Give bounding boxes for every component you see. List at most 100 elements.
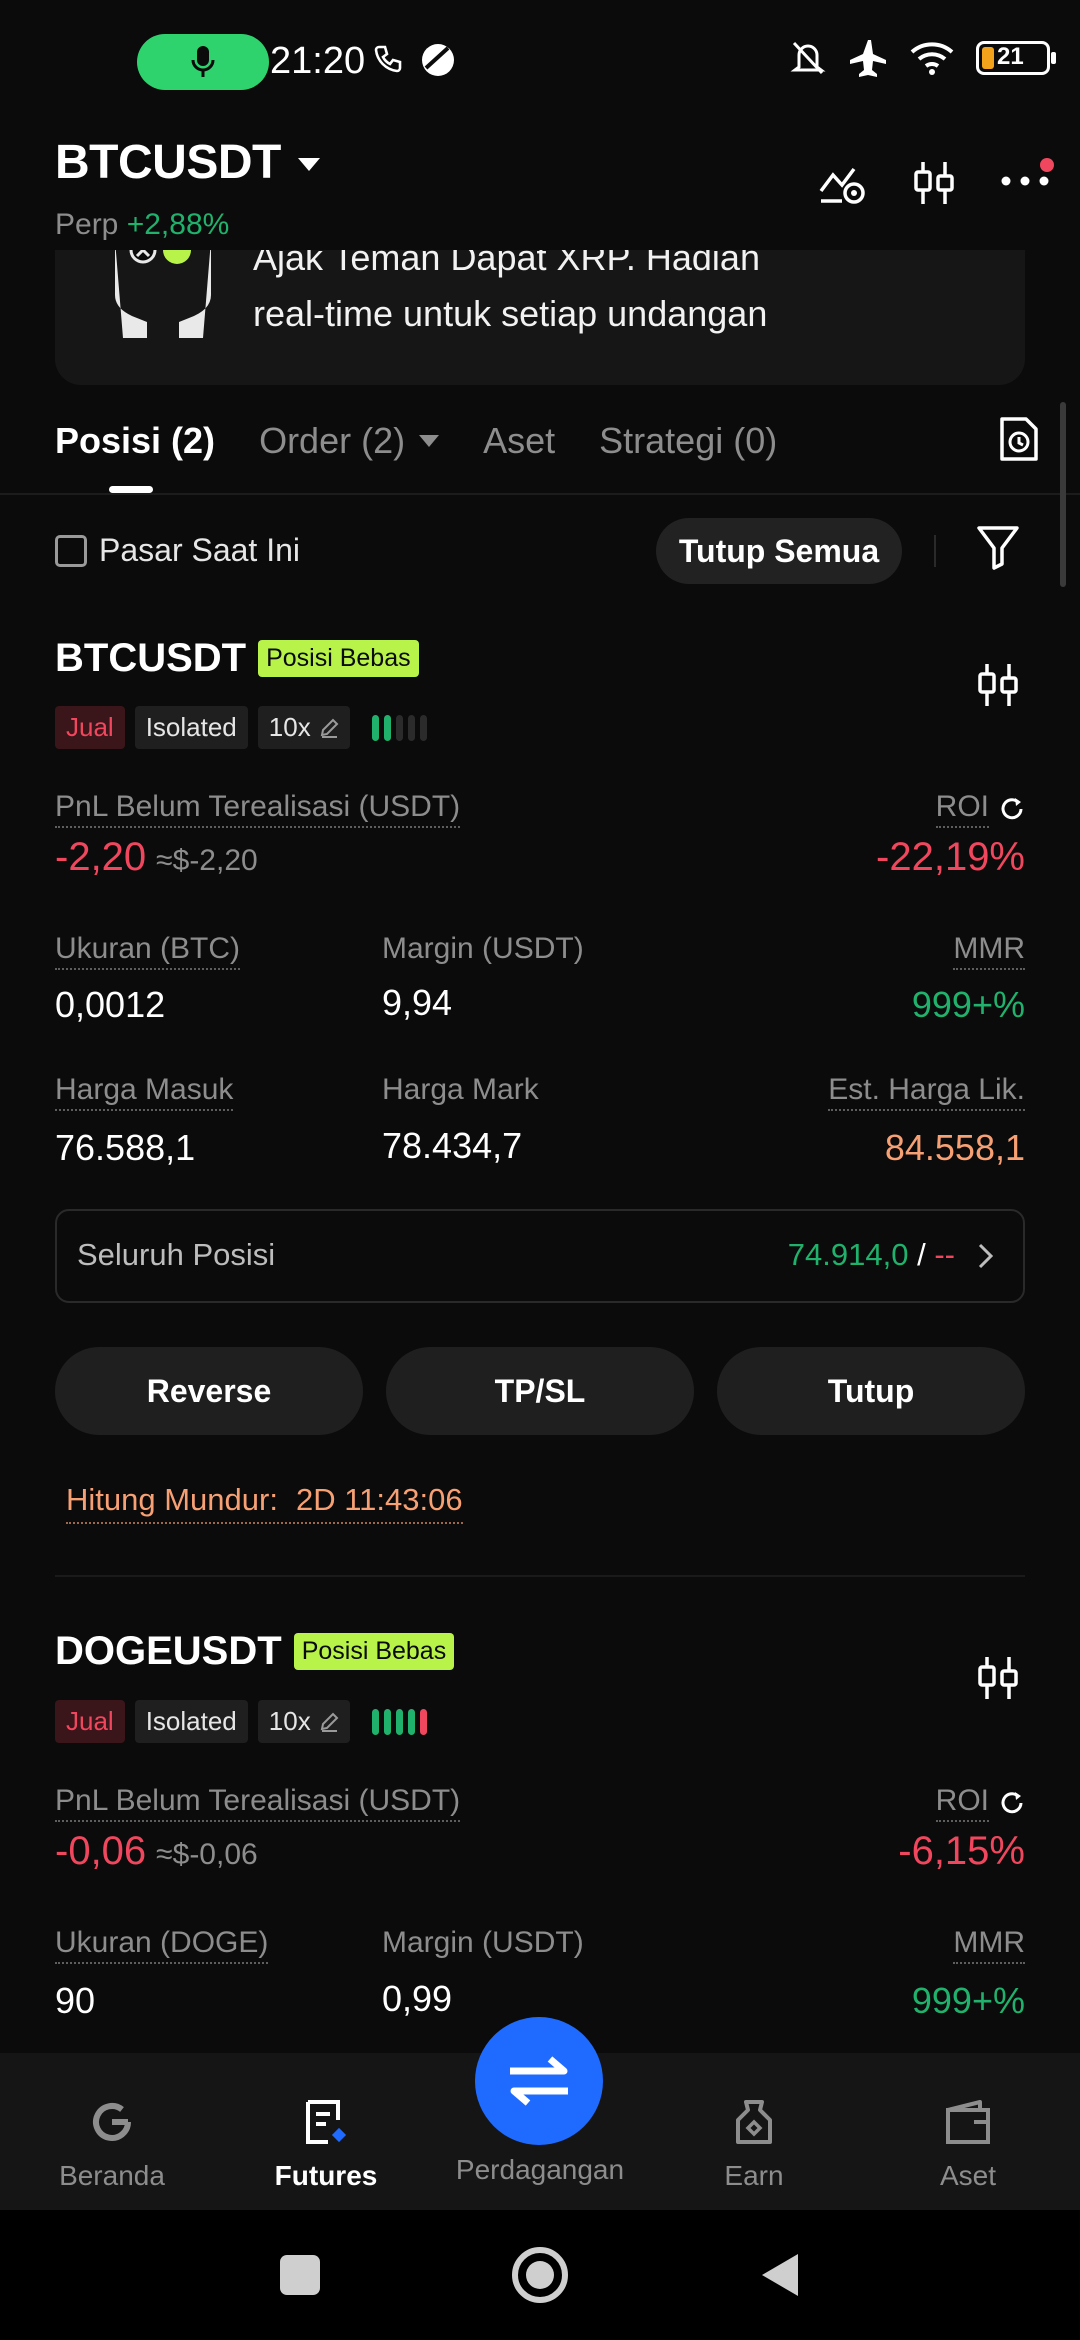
trade-fab-button[interactable]	[475, 2017, 603, 2145]
pnl-label[interactable]: PnL Belum Terealisasi (USDT)	[55, 790, 461, 828]
whole-sl-value: --	[934, 1237, 955, 1272]
roi-label[interactable]: ROI	[935, 1784, 989, 1822]
position-symbol[interactable]: DOGEUSDT	[55, 1629, 282, 1674]
liq-price-label[interactable]: Est. Harga Lik.	[828, 1073, 1025, 1111]
position-actions: Reverse TP/SL Tutup	[0, 1347, 1080, 1435]
close-position-button[interactable]: Tutup	[717, 1347, 1025, 1435]
roi-label[interactable]: ROI	[935, 790, 989, 828]
mmr-label[interactable]: MMR	[953, 932, 1025, 970]
margin-label: Margin (USDT)	[382, 932, 584, 965]
margin-value: 9,94	[382, 982, 453, 1023]
nav-futures-label: Futures	[274, 2160, 378, 2191]
tab-assets[interactable]: Aset	[483, 420, 555, 462]
nav-assets[interactable]: Aset	[860, 2098, 1076, 2192]
pnl-usd: ≈$-0,06	[156, 1838, 258, 1871]
referral-banner[interactable]: Ajak Teman Dapat XRP. Hadiah real-time u…	[55, 250, 1025, 385]
candlestick-icon[interactable]	[912, 160, 956, 206]
recents-button[interactable]	[280, 2255, 320, 2295]
countdown-label: Hitung Mundur:	[66, 1482, 278, 1517]
leverage-tag[interactable]: 10x	[257, 706, 350, 749]
header-actions	[818, 158, 1054, 206]
microphone-indicator	[137, 34, 269, 90]
mmr-value: 999+%	[911, 984, 1025, 1025]
status-icons: 21	[790, 38, 1056, 78]
chevron-down-icon[interactable]	[298, 158, 320, 171]
more-icon[interactable]	[1000, 175, 1050, 187]
pnl-usd: ≈$-2,20	[156, 844, 258, 877]
candlestick-icon[interactable]	[976, 1655, 1020, 1706]
entry-price-label[interactable]: Harga Masuk	[55, 1073, 234, 1111]
history-icon[interactable]	[998, 415, 1040, 468]
close-all-button[interactable]: Tutup Semua	[656, 518, 902, 584]
more-menu[interactable]	[1000, 158, 1054, 192]
tab-orders[interactable]: Order (2)	[259, 420, 440, 462]
size-label[interactable]: Ukuran (BTC)	[55, 932, 241, 970]
battery-level: 21	[997, 43, 1024, 70]
roi-value: -6,15%	[898, 1829, 1025, 1873]
margin-mode-tag[interactable]: Isolated	[134, 706, 248, 749]
refresh-icon[interactable]	[999, 796, 1025, 822]
mmr-label[interactable]: MMR	[953, 1926, 1025, 1964]
nav-home-label: Beranda	[59, 2160, 165, 2191]
position-mode-badge: Posisi Bebas	[293, 1633, 455, 1670]
wifi-icon	[910, 42, 954, 75]
position-header: BTCUSDT Posisi Bebas	[55, 636, 419, 681]
wallet-icon	[946, 2100, 990, 2144]
mark-price-value: 78.434,7	[382, 1125, 523, 1166]
microphone-icon	[191, 46, 215, 77]
refresh-icon[interactable]	[999, 1790, 1025, 1816]
reverse-button[interactable]: Reverse	[55, 1347, 363, 1435]
position-symbol[interactable]: BTCUSDT	[55, 636, 246, 681]
nav-assets-label: Aset	[939, 2160, 997, 2191]
risk-level-bars	[371, 714, 427, 741]
size-value: 0,0012	[55, 984, 166, 1025]
nav-home[interactable]: Beranda	[4, 2098, 220, 2192]
size-value: 90	[55, 1980, 96, 2021]
margin-mode-tag[interactable]: Isolated	[134, 1700, 248, 1743]
side-tag: Jual	[55, 706, 125, 749]
current-market-checkbox[interactable]	[55, 535, 87, 567]
battery-icon: 21	[976, 41, 1056, 75]
pnl-value: -0,06	[55, 1829, 147, 1873]
back-button[interactable]	[760, 2252, 800, 2298]
pnl-values: -0,06 ≈$-0,06	[55, 1829, 258, 1874]
candlestick-icon[interactable]	[976, 662, 1020, 713]
chart-settings-icon[interactable]	[818, 161, 868, 205]
scrollbar[interactable]	[1060, 402, 1066, 587]
home-icon	[93, 2103, 131, 2141]
nav-earn[interactable]: Earn	[646, 2098, 862, 2192]
tab-orders-label: Order (2)	[259, 420, 406, 461]
nav-earn-label: Earn	[724, 2160, 784, 2191]
pnl-values: -2,20 ≈$-2,20	[55, 835, 258, 880]
futures-icon	[306, 2100, 347, 2144]
current-market-label[interactable]: Pasar Saat Ini	[99, 532, 300, 569]
size-label[interactable]: Ukuran (DOGE)	[55, 1926, 269, 1964]
pnl-label[interactable]: PnL Belum Terealisasi (USDT)	[55, 1784, 461, 1822]
margin-label: Margin (USDT)	[382, 1926, 584, 1959]
leverage-tag[interactable]: 10x	[257, 1700, 350, 1743]
symbol-title[interactable]: BTCUSDT	[55, 135, 281, 190]
pnl-value: -2,20	[55, 835, 147, 879]
caret-down-icon	[419, 435, 440, 447]
nav-futures[interactable]: Futures	[218, 2098, 434, 2192]
whole-position-tpsl[interactable]: Seluruh Posisi 74.914,0 / --	[55, 1209, 1025, 1303]
tab-positions[interactable]: Posisi (2)	[55, 420, 215, 493]
entry-price-value: 76.588,1	[55, 1127, 196, 1168]
whole-position-label: Seluruh Posisi	[77, 1237, 276, 1272]
airplane-icon	[850, 40, 886, 77]
risk-level-bars	[371, 1708, 427, 1735]
nav-trade[interactable]: Perdagangan	[432, 2154, 648, 2186]
perp-label: Perp	[55, 208, 119, 241]
countdown[interactable]: Hitung Mundur: 2D 11:43:06	[66, 1482, 463, 1524]
tpsl-button[interactable]: TP/SL	[386, 1347, 694, 1435]
home-button[interactable]	[512, 2247, 568, 2303]
position-header: DOGEUSDT Posisi Bebas	[55, 1629, 455, 1674]
liq-price-value: 84.558,1	[884, 1127, 1025, 1168]
filter-icon[interactable]	[976, 524, 1020, 575]
price-change: +2,88%	[126, 208, 230, 241]
roi-value: -22,19%	[876, 835, 1025, 879]
banner-line-2: real-time untuk setiap undangan	[253, 293, 768, 334]
system-navigation-bar	[0, 2210, 1080, 2340]
gift-hands-icon	[107, 250, 219, 345]
tab-strategy[interactable]: Strategi (0)	[599, 420, 777, 462]
